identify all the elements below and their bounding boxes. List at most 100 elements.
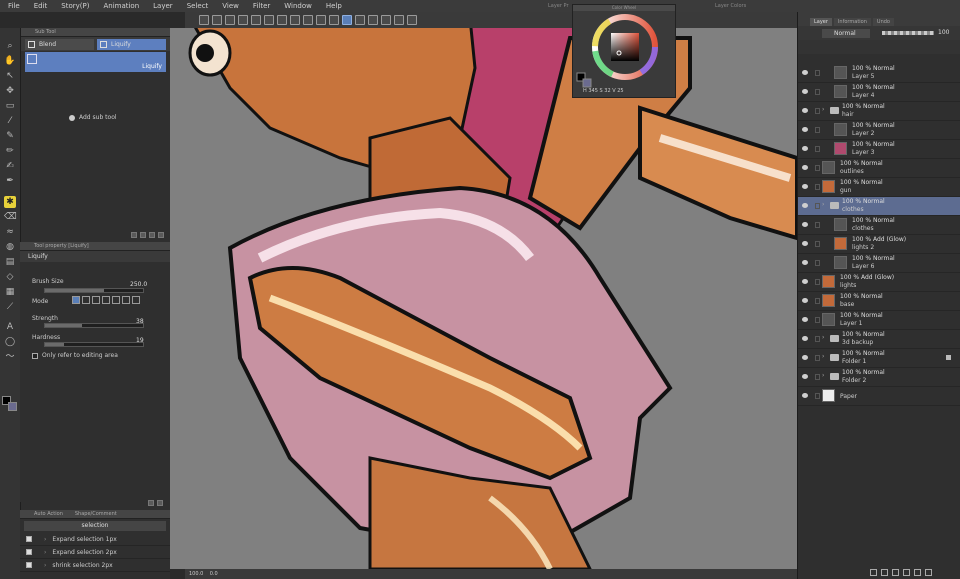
eraser-icon[interactable]: ⌫: [4, 211, 17, 223]
move-icon[interactable]: ✥: [4, 85, 16, 97]
balloon-icon[interactable]: ◯: [4, 336, 16, 348]
mode-push-right-icon[interactable]: [112, 296, 120, 304]
auto-action-item[interactable]: › Expand selection 1px: [20, 533, 170, 546]
layer-row[interactable]: › 100 % Normal Folder 2: [798, 368, 960, 387]
layer-row[interactable]: 100 % Add (Glow) lights: [798, 273, 960, 292]
eye-icon[interactable]: [802, 317, 808, 322]
mask-icon[interactable]: [914, 569, 921, 576]
new-vector-layer-icon[interactable]: [881, 569, 888, 576]
layer-row[interactable]: › 100 % Normal Folder 1: [798, 349, 960, 368]
menu-select[interactable]: Select: [187, 2, 209, 10]
checkbox-box[interactable]: [26, 549, 32, 555]
tab-layer[interactable]: Layer: [810, 18, 832, 26]
menu-view[interactable]: View: [222, 2, 239, 10]
opacity-slider[interactable]: [882, 31, 934, 35]
chevron-right-icon[interactable]: ›: [822, 372, 824, 379]
lock-toggle-icon[interactable]: [815, 336, 820, 342]
color-set-icon[interactable]: [394, 15, 404, 25]
liquify-icon[interactable]: ✱: [4, 196, 16, 208]
tab-undo[interactable]: Undo: [872, 18, 894, 26]
layer-row[interactable]: › 100 % Normal hair: [798, 102, 960, 121]
redo-icon[interactable]: [264, 15, 274, 25]
menu-edit[interactable]: Edit: [34, 2, 48, 10]
save-icon[interactable]: [225, 15, 235, 25]
mode-twist-right-icon[interactable]: [132, 296, 140, 304]
auto-action-item[interactable]: › shrink selection 2px: [20, 559, 170, 572]
canvas[interactable]: [170, 28, 797, 569]
zoom-value[interactable]: 100.0: [189, 571, 203, 577]
snap-grid-icon[interactable]: [368, 15, 378, 25]
mode-push-left-icon[interactable]: [102, 296, 110, 304]
mode-push-icon[interactable]: [72, 296, 80, 304]
layer-row[interactable]: 100 % Normal outlines: [798, 159, 960, 178]
chevron-right-icon[interactable]: ›: [44, 536, 46, 543]
lock-toggle-icon[interactable]: [815, 184, 820, 190]
lock-toggle-icon[interactable]: [815, 70, 820, 76]
auto-action-set-dropdown[interactable]: selection: [24, 521, 166, 531]
eye-icon[interactable]: [802, 184, 808, 189]
chevron-right-icon[interactable]: ›: [822, 334, 824, 341]
brush-size-value[interactable]: 250.0: [130, 281, 147, 288]
chevron-right-icon[interactable]: ›: [822, 106, 824, 113]
lock-toggle-icon[interactable]: [815, 127, 820, 133]
zoom-icon[interactable]: ⌕: [4, 40, 16, 52]
hardness-value[interactable]: 19: [136, 337, 144, 344]
lock-toggle-icon[interactable]: [815, 317, 820, 323]
menu-file[interactable]: File: [8, 2, 20, 10]
gear-icon[interactable]: [407, 15, 417, 25]
eye-icon[interactable]: [802, 355, 808, 360]
rotation-value[interactable]: 0.0: [210, 571, 218, 577]
eye-icon[interactable]: [802, 70, 808, 75]
lock-toggle-icon[interactable]: [815, 374, 820, 380]
checkbox-box[interactable]: [26, 536, 32, 542]
menu-window[interactable]: Window: [284, 2, 312, 10]
lock-toggle-icon[interactable]: [815, 241, 820, 247]
pen-icon[interactable]: ✎: [4, 130, 16, 142]
eye-icon[interactable]: [802, 108, 808, 113]
lock-toggle-icon[interactable]: [815, 165, 820, 171]
layer-row[interactable]: 100 % Normal Layer 4: [798, 83, 960, 102]
lock-toggle-icon[interactable]: [815, 298, 820, 304]
fill-bucket-icon[interactable]: ◍: [4, 241, 16, 253]
mode-twist-left-icon[interactable]: [122, 296, 130, 304]
eye-icon[interactable]: [802, 146, 808, 151]
eye-icon[interactable]: [802, 165, 808, 170]
opacity-value[interactable]: 100: [938, 29, 949, 36]
layer-row[interactable]: 100 % Normal Layer 6: [798, 254, 960, 273]
layer-row[interactable]: 100 % Normal base: [798, 292, 960, 311]
hue-value[interactable]: 345: [588, 88, 598, 94]
menu-animation[interactable]: Animation: [103, 2, 139, 10]
menu-help[interactable]: Help: [326, 2, 342, 10]
menu-layer[interactable]: Layer: [153, 2, 173, 10]
new-folder-icon[interactable]: [892, 569, 899, 576]
snap-ruler-icon[interactable]: [355, 15, 365, 25]
checkbox-box[interactable]: [32, 352, 38, 359]
eye-icon[interactable]: [802, 89, 808, 94]
eyedropper-icon[interactable]: ⁄: [4, 115, 16, 127]
airbrush-icon[interactable]: ✒: [4, 175, 16, 187]
value-value[interactable]: 25: [617, 88, 623, 94]
show-selection-icon[interactable]: [342, 15, 352, 25]
subtab-blend[interactable]: Blend: [25, 39, 94, 50]
only-editing-area-checkbox[interactable]: Only refer to editing area: [32, 352, 118, 359]
layer-row[interactable]: 100 % Add (Glow) lights 2: [798, 235, 960, 254]
lock-toggle-icon[interactable]: [815, 203, 820, 209]
eye-icon[interactable]: [802, 279, 808, 284]
menu-icon[interactable]: [140, 232, 146, 238]
brush-icon[interactable]: ✍: [4, 160, 16, 172]
lock-toggle-icon[interactable]: [815, 393, 820, 399]
blend-mode-dropdown[interactable]: Normal: [822, 29, 870, 38]
layer-row[interactable]: 100 % Normal clothes: [798, 216, 960, 235]
lock-toggle-icon[interactable]: [815, 355, 820, 361]
lock-toggle-icon[interactable]: [815, 222, 820, 228]
export-icon[interactable]: [238, 15, 248, 25]
operation-icon[interactable]: ↖: [4, 70, 16, 82]
eye-icon[interactable]: [802, 374, 808, 379]
menu-filter[interactable]: Filter: [253, 2, 270, 10]
ruler-icon[interactable]: ⟋: [4, 301, 16, 313]
undo-icon[interactable]: [251, 15, 261, 25]
text-icon[interactable]: A: [4, 321, 16, 333]
clear-icon[interactable]: [277, 15, 287, 25]
auto-action-item[interactable]: › Expand selection 2px: [20, 546, 170, 559]
open-file-icon[interactable]: [212, 15, 222, 25]
